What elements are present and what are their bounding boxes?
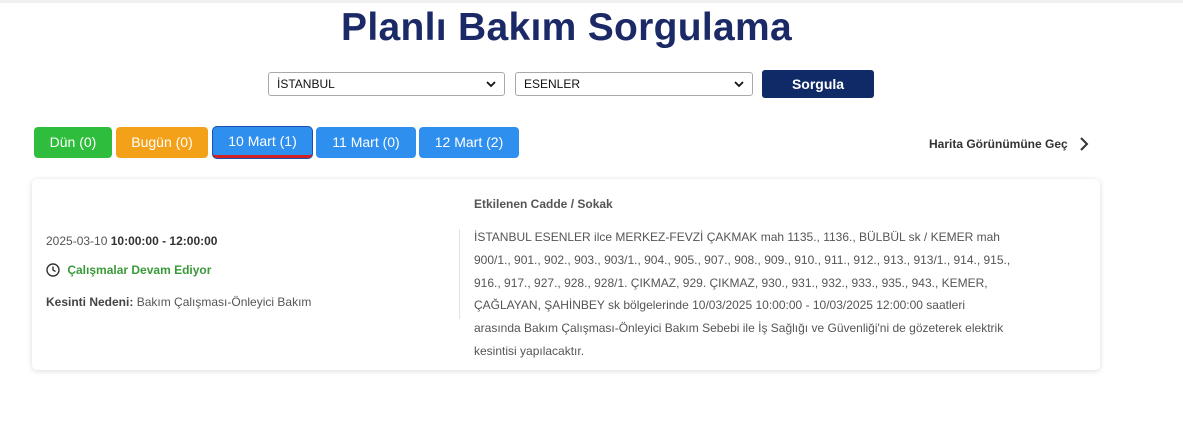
affected-streets-text: İSTANBUL ESENLER ilce MERKEZ-FEVZİ ÇAKMA… — [474, 230, 1011, 358]
reason-value: Bakım Çalışması-Önleyici Bakım — [136, 295, 312, 309]
tab-march-12[interactable]: 12 Mart (2) — [419, 127, 519, 158]
tab-march-10[interactable]: 10 Mart (1) — [213, 127, 312, 158]
chevron-down-icon — [734, 81, 744, 88]
outage-date: 2025-03-10 — [46, 234, 108, 248]
tab-yesterday[interactable]: Dün (0) — [34, 127, 112, 158]
top-divider — [0, 0, 1183, 3]
chevron-right-icon — [1080, 137, 1089, 151]
outage-card: 2025-03-10 10:00:00 - 12:00:00 Çalışmala… — [32, 179, 1100, 370]
outage-time-range: 10:00:00 - 12:00:00 — [110, 234, 218, 248]
reason-label: Kesinti Nedeni: — [46, 295, 134, 309]
status-indicator: Çalışmalar Devam Ediyor — [46, 263, 211, 277]
status-text: Çalışmalar Devam Ediyor — [67, 263, 212, 277]
outage-reason: Kesinti Nedeni: Bakım Çalışması-Önleyici… — [46, 295, 311, 309]
district-select[interactable]: ESENLER — [515, 72, 753, 96]
card-divider — [459, 229, 460, 319]
city-select[interactable]: İSTANBUL — [268, 72, 505, 96]
affected-streets-heading: Etkilenen Cadde / Sokak — [474, 197, 613, 211]
district-select-value: ESENLER — [524, 77, 581, 91]
map-view-link-label: Harita Görünümüne Geç — [929, 137, 1068, 151]
tab-march-11[interactable]: 11 Mart (0) — [316, 127, 416, 158]
city-select-value: İSTANBUL — [277, 77, 335, 91]
tab-today[interactable]: Bugün (0) — [116, 127, 208, 158]
page-title: Planlı Bakım Sorgulama — [341, 6, 792, 49]
clock-icon — [46, 263, 60, 277]
query-button[interactable]: Sorgula — [762, 70, 874, 98]
map-view-link[interactable]: Harita Görünümüne Geç — [929, 137, 1089, 151]
chevron-down-icon — [486, 81, 496, 88]
outage-datetime: 2025-03-10 10:00:00 - 12:00:00 — [46, 234, 217, 248]
